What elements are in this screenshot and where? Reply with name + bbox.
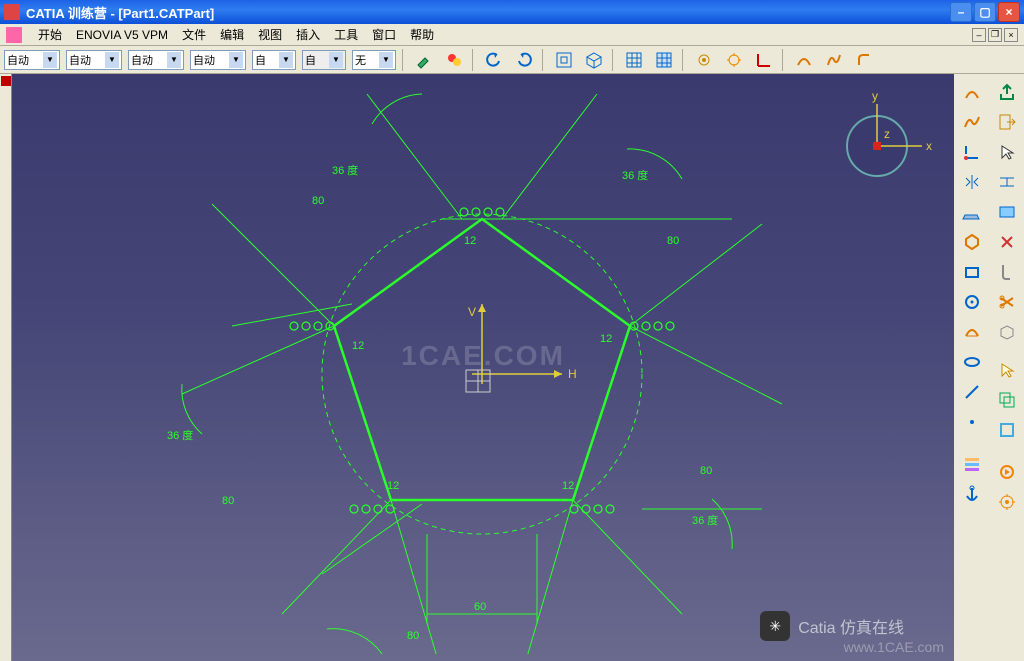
redo-button[interactable] bbox=[512, 48, 536, 72]
color-select[interactable]: 自动▼ bbox=[4, 50, 60, 70]
svg-text:12: 12 bbox=[464, 235, 476, 247]
equal-icon[interactable] bbox=[993, 198, 1021, 226]
gear1-icon[interactable] bbox=[692, 48, 716, 72]
svg-text:80: 80 bbox=[407, 630, 419, 642]
svg-text:H: H bbox=[568, 367, 577, 381]
hex-tool-icon[interactable] bbox=[958, 228, 986, 256]
snap-button[interactable] bbox=[652, 48, 676, 72]
svg-text:80: 80 bbox=[700, 465, 712, 477]
menu-window[interactable]: 窗口 bbox=[366, 24, 402, 45]
gear-settings-icon[interactable] bbox=[993, 488, 1021, 516]
iso-view-button[interactable] bbox=[582, 48, 606, 72]
trim-icon[interactable] bbox=[993, 288, 1021, 316]
svg-text:36 度: 36 度 bbox=[332, 163, 358, 177]
mirror-tool-icon[interactable] bbox=[958, 168, 986, 196]
svg-text:12: 12 bbox=[600, 333, 612, 345]
layers-icon[interactable] bbox=[958, 450, 986, 478]
swatch-icon[interactable] bbox=[442, 48, 466, 72]
grid-button[interactable] bbox=[622, 48, 646, 72]
window-titlebar: CATIA 训练营 - [Part1.CATPart] – ▢ × bbox=[0, 0, 1024, 24]
exit-sketch-icon[interactable] bbox=[993, 108, 1021, 136]
minimize-button[interactable]: – bbox=[950, 2, 972, 22]
spline-top-icon[interactable] bbox=[822, 48, 846, 72]
corner-tool-icon[interactable] bbox=[958, 138, 986, 166]
menu-bar: 开始 ENOVIA V5 VPM 文件 编辑 视图 插入 工具 窗口 帮助 – … bbox=[0, 24, 1024, 46]
svg-text:80: 80 bbox=[667, 235, 679, 247]
menu-file[interactable]: 文件 bbox=[176, 24, 212, 45]
select-arrow-icon[interactable] bbox=[993, 138, 1021, 166]
svg-text:36 度: 36 度 bbox=[692, 513, 718, 527]
window-title: CATIA 训练营 - [Part1.CATPart] bbox=[26, 3, 950, 22]
svg-text:36 度: 36 度 bbox=[167, 428, 193, 442]
brand-overlay: ✳ Catia 仿真在线 bbox=[760, 611, 904, 641]
clip-icon[interactable] bbox=[993, 258, 1021, 286]
svg-text:12: 12 bbox=[562, 480, 574, 492]
svg-text:12: 12 bbox=[352, 340, 364, 352]
point-tool-icon[interactable] bbox=[958, 408, 986, 436]
offset-icon[interactable] bbox=[993, 386, 1021, 414]
undo-button[interactable] bbox=[482, 48, 506, 72]
doc-minimize-button[interactable]: – bbox=[972, 28, 986, 42]
thickness-select[interactable]: 自动▼ bbox=[66, 50, 122, 70]
select-cursor-icon[interactable] bbox=[993, 356, 1021, 384]
svg-text:60: 60 bbox=[474, 601, 486, 613]
spline-tool-icon[interactable] bbox=[958, 108, 986, 136]
doc-restore-button[interactable]: ❐ bbox=[988, 28, 1002, 42]
sketch-svg: H V bbox=[12, 74, 952, 654]
arc-tool-icon[interactable] bbox=[958, 78, 986, 106]
axis-button[interactable] bbox=[752, 48, 776, 72]
menu-insert[interactable]: 插入 bbox=[290, 24, 326, 45]
anchor-icon[interactable] bbox=[958, 480, 986, 508]
app-icon bbox=[4, 4, 20, 20]
top-toolbar: 自动▼ 自动▼ 自动▼ 自动▼ 自▼ 自▼ 无▼ bbox=[0, 46, 1024, 74]
circle-tool-icon[interactable] bbox=[958, 288, 986, 316]
wechat-logo-icon: ✳ bbox=[760, 611, 790, 641]
menu-edit[interactable]: 编辑 bbox=[214, 24, 250, 45]
point-select[interactable]: 自动▼ bbox=[190, 50, 246, 70]
close-button[interactable]: × bbox=[998, 2, 1020, 22]
document-window-controls: – ❐ × bbox=[972, 28, 1018, 42]
vertical-ruler bbox=[0, 74, 12, 661]
svg-text:80: 80 bbox=[312, 195, 324, 207]
menu-view[interactable]: 视图 bbox=[252, 24, 288, 45]
fit-all-button[interactable] bbox=[552, 48, 576, 72]
svg-text:80: 80 bbox=[222, 495, 234, 507]
maximize-button[interactable]: ▢ bbox=[974, 2, 996, 22]
right-toolbars bbox=[954, 74, 1024, 661]
menu-tools[interactable]: 工具 bbox=[328, 24, 364, 45]
export-icon[interactable] bbox=[993, 78, 1021, 106]
dimension-icon[interactable] bbox=[993, 168, 1021, 196]
doc-close-button[interactable]: × bbox=[1004, 28, 1018, 42]
rect-tool-icon[interactable] bbox=[958, 258, 986, 286]
menu-help[interactable]: 帮助 bbox=[404, 24, 440, 45]
url-watermark: www.1CAE.com bbox=[844, 639, 944, 655]
render-select[interactable]: 自▼ bbox=[252, 50, 296, 70]
corner-top-icon[interactable] bbox=[852, 48, 876, 72]
catia-logo-icon bbox=[6, 27, 22, 43]
symbol-select[interactable]: 无▼ bbox=[352, 50, 396, 70]
scissors-icon[interactable] bbox=[993, 416, 1021, 444]
svg-text:36 度: 36 度 bbox=[622, 168, 648, 182]
line-tool-icon[interactable] bbox=[958, 378, 986, 406]
ellipse-tool-icon[interactable] bbox=[958, 348, 986, 376]
layer-select[interactable]: 自▼ bbox=[302, 50, 346, 70]
sketch-canvas[interactable]: 1CAE.COM y x z H V bbox=[12, 74, 954, 661]
iron-icon[interactable] bbox=[958, 198, 986, 226]
conic-tool-icon[interactable] bbox=[958, 318, 986, 346]
linetype-select[interactable]: 自动▼ bbox=[128, 50, 184, 70]
menu-start[interactable]: 开始 bbox=[32, 24, 68, 45]
svg-text:V: V bbox=[468, 305, 476, 319]
gear2-icon[interactable] bbox=[722, 48, 746, 72]
animate-icon[interactable] bbox=[993, 458, 1021, 486]
arc-top-icon[interactable] bbox=[792, 48, 816, 72]
menu-enovia[interactable]: ENOVIA V5 VPM bbox=[70, 26, 174, 44]
brush-icon[interactable] bbox=[412, 48, 436, 72]
brand-text: Catia 仿真在线 bbox=[798, 614, 904, 638]
project-3d-icon[interactable] bbox=[993, 318, 1021, 346]
constraints-icon[interactable] bbox=[993, 228, 1021, 256]
svg-text:12: 12 bbox=[387, 480, 399, 492]
